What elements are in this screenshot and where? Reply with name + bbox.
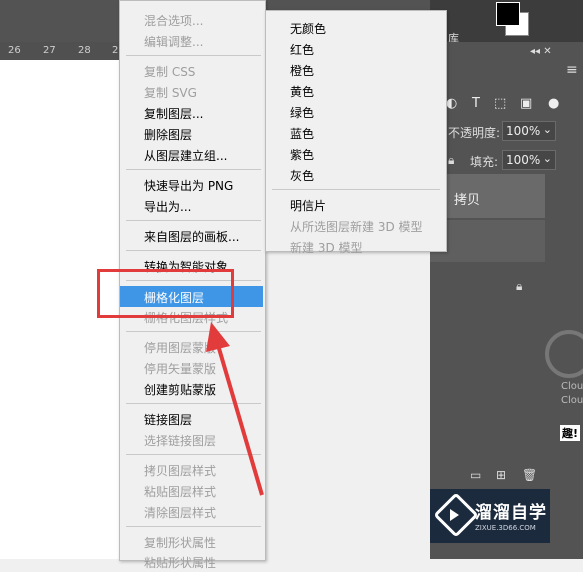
arrow-shaft <box>216 344 264 496</box>
arrow-head <box>206 322 230 352</box>
annotation-arrow <box>206 322 264 496</box>
